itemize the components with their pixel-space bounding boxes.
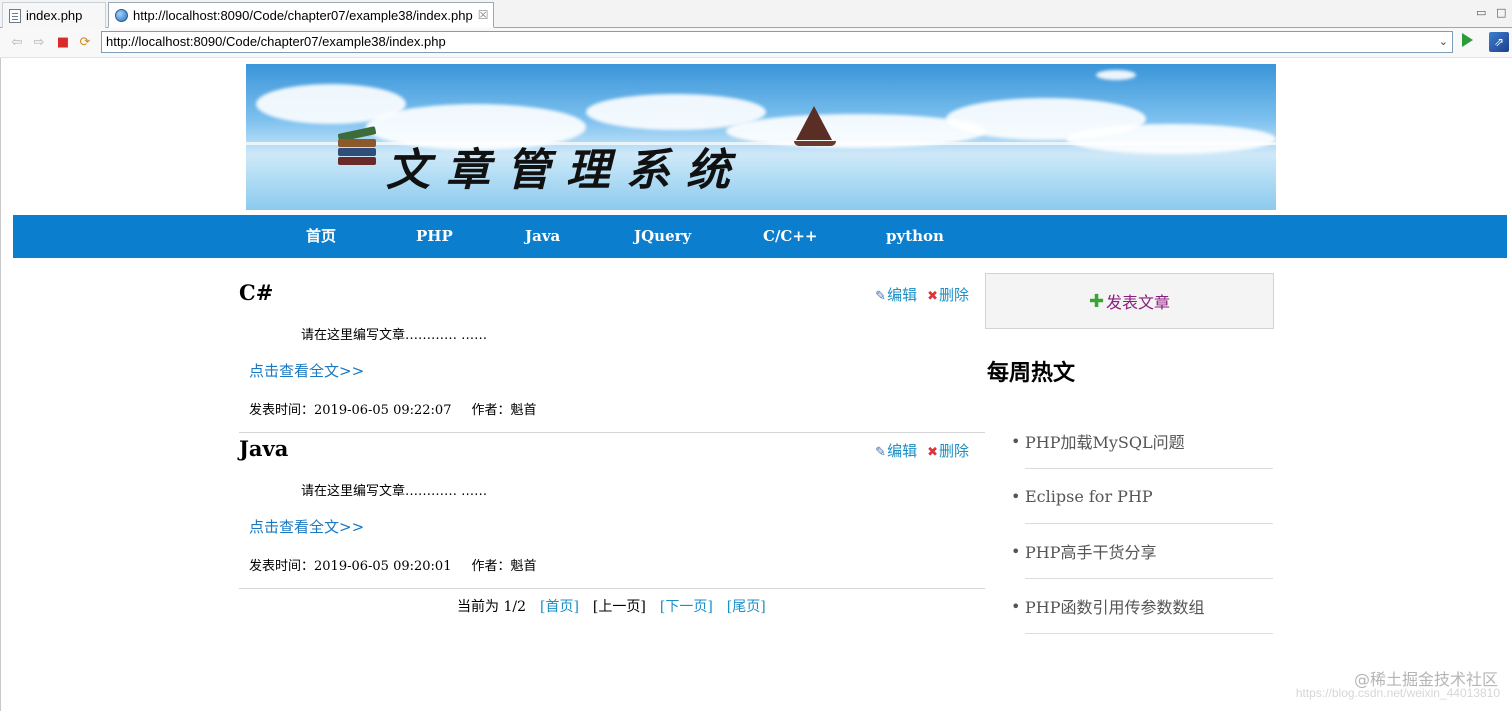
stop-icon[interactable]: ■ [54,34,72,52]
nav-cpp[interactable]: C/C++ [763,215,818,258]
delete-label: 删除 [938,442,969,460]
read-more-link[interactable]: 点击查看全文>> [249,516,364,537]
edit-label: 编辑 [887,286,918,304]
nav-php[interactable]: PHP [416,215,453,258]
article-title[interactable]: Java [239,436,288,461]
delete-icon: ✖ [927,289,938,304]
nav-java[interactable]: Java [525,215,560,258]
pencil-icon: ✎ [875,445,887,460]
page-viewport: 文章管理系统 首页 PHP Java JQuery C/C++ python C… [0,58,1512,711]
edit-button[interactable]: ✎编辑 [875,440,917,461]
author: 作者：魁首 [471,559,537,574]
tab-label: http://localhost:8090/Code/chapter07/exa… [133,7,473,23]
tab-label: index.php [26,8,83,23]
pencil-icon: ✎ [875,289,887,304]
last-page-link[interactable]: [尾页] [727,596,766,616]
hot-article-item[interactable]: PHP加载MySQL问题 [1025,414,1273,469]
post-article-button[interactable]: ✚ 发表文章 [985,273,1274,329]
read-more-link[interactable]: 点击查看全文>> [249,360,364,381]
nav-jquery[interactable]: JQuery [634,215,691,258]
publish-time: 发表时间：2019-06-05 09:22:07 [249,403,452,418]
close-tab-icon[interactable]: ☒ [478,8,489,22]
hot-article-item[interactable]: Eclipse for PHP [1025,469,1273,524]
open-external-icon[interactable]: ⇗ [1489,32,1509,52]
hot-article-item[interactable]: PHP高手干货分享 [1025,524,1273,579]
nav-python[interactable]: python [886,215,944,258]
divider [239,588,985,589]
first-page-link[interactable]: [首页] [540,596,579,616]
site-banner: 文章管理系统 [246,64,1276,210]
globe-icon [115,8,128,22]
editor-tab-bar: index.php http://localhost:8090/Code/cha… [0,0,1512,28]
address-bar[interactable]: http://localhost:8090/Code/chapter07/exa… [101,31,1453,53]
article-card: C# ✎编辑 ✖删除 请在这里编写文章………… …… 点击查看全文>> 发表时间… [239,280,985,433]
article-meta: 发表时间：2019-06-05 09:22:07 作者：魁首 [249,399,537,418]
article-title[interactable]: C# [239,280,273,305]
article-summary: 请在这里编写文章………… …… [301,484,488,499]
article-summary: 请在这里编写文章………… …… [301,328,488,343]
post-article-label: 发表文章 [1106,293,1171,312]
address-url: http://localhost:8090/Code/chapter07/exa… [106,34,446,49]
delete-label: 删除 [938,286,969,304]
back-arrow-icon[interactable]: ⇦ [8,34,26,52]
divider [239,432,985,433]
banner-title: 文章管理系统 [386,145,746,196]
page-indicator: 当前为 1/2 [457,599,526,615]
chevron-down-icon[interactable]: ⌄ [1439,32,1448,52]
refresh-icon[interactable]: ⟳ [76,34,94,52]
tab-browser[interactable]: http://localhost:8090/Code/chapter07/exa… [108,2,494,28]
forward-arrow-icon[interactable]: ⇨ [30,34,48,52]
tab-index-php[interactable]: index.php [2,2,106,28]
php-file-icon [9,8,21,23]
browser-toolbar: ⇦ ⇨ ■ ⟳ http://localhost:8090/Code/chapt… [0,28,1512,58]
minimize-icon[interactable]: ▭ [1476,6,1486,19]
publish-time: 发表时间：2019-06-05 09:20:01 [249,559,452,574]
pagination: 当前为 1/2 [首页] [上一页] [下一页] [尾页] [457,596,766,616]
article-actions: ✎编辑 ✖删除 [875,284,969,305]
main-nav: 首页 PHP Java JQuery C/C++ python [13,215,1507,258]
nav-home[interactable]: 首页 [306,215,336,258]
hot-articles-list: PHP加载MySQL问题 Eclipse for PHP PHP高手干货分享 P… [1011,414,1273,634]
edit-label: 编辑 [887,442,918,460]
article-actions: ✎编辑 ✖删除 [875,440,969,461]
hot-articles-title: 每周热文 [987,360,1076,386]
author: 作者：魁首 [471,403,537,418]
maximize-icon[interactable]: □ [1496,6,1506,19]
delete-button[interactable]: ✖删除 [927,440,969,461]
sailboat-icon [796,106,832,140]
article-meta: 发表时间：2019-06-05 09:20:01 作者：魁首 [249,555,537,574]
delete-icon: ✖ [927,445,938,460]
plus-icon: ✚ [1088,290,1105,312]
article-card: Java ✎编辑 ✖删除 请在这里编写文章………… …… 点击查看全文>> 发表… [239,436,985,589]
prev-page-link[interactable]: [上一页] [593,596,646,616]
next-page-link[interactable]: [下一页] [660,596,713,616]
delete-button[interactable]: ✖删除 [927,284,969,305]
hot-article-item[interactable]: PHP函数引用传参数数组 [1025,579,1273,634]
edit-button[interactable]: ✎编辑 [875,284,917,305]
watermark-url: https://blog.csdn.net/weixin_44013810 [1295,686,1500,700]
books-icon [337,126,378,168]
go-play-icon[interactable] [1462,33,1473,47]
